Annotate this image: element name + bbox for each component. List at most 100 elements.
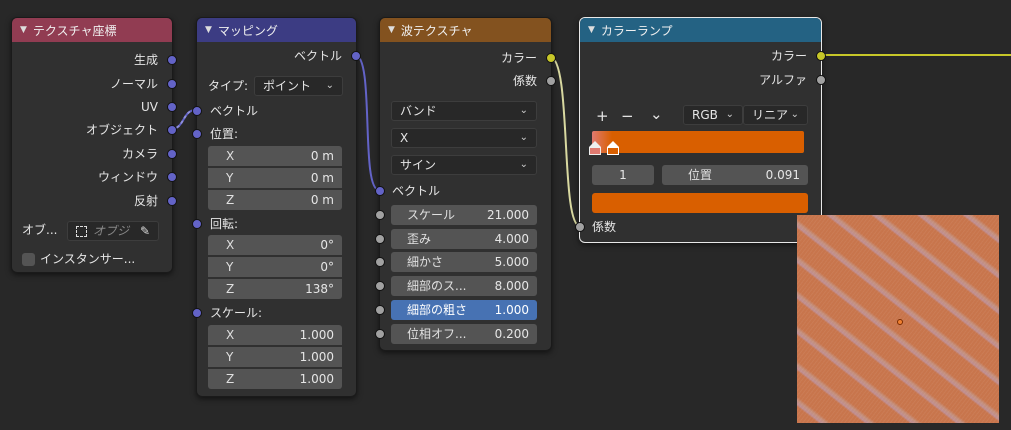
- output-vector: ベクトル: [293, 49, 342, 63]
- output-camera: カメラ: [121, 147, 158, 161]
- mapping-node[interactable]: ▼ マッピング ベクトル タイプ: ポイント ⌄ ベクトル 位置: X0 m Y…: [192, 17, 361, 397]
- profile-dropdown[interactable]: サイン ⌄: [391, 155, 537, 175]
- chevron-down-icon: ⌄: [790, 109, 799, 120]
- wave-texture-node[interactable]: ▼ 波テクスチャ カラー 係数 バンド ⌄ X ⌄ サイン ⌄ ベクトル スケール 21…: [375, 17, 556, 351]
- socket-phase-offset-in[interactable]: [375, 329, 385, 339]
- color-mode-dropdown[interactable]: RGB ⌄: [683, 105, 743, 125]
- input-factor: 係数: [592, 220, 617, 234]
- socket-color-out[interactable]: [546, 53, 556, 63]
- collapse-chevron-icon[interactable]: ▼: [588, 25, 595, 35]
- scale-y[interactable]: Y 1.000: [208, 347, 342, 367]
- collapse-chevron-icon[interactable]: ▼: [388, 25, 395, 35]
- stop-position-field[interactable]: 位置 0.091: [662, 165, 808, 185]
- scale-z[interactable]: Z 1.000: [208, 369, 342, 389]
- color-stop-1[interactable]: [607, 141, 619, 156]
- rotation-z[interactable]: Z 138°: [208, 279, 342, 299]
- socket-alpha-out[interactable]: [816, 75, 826, 85]
- rotation-y[interactable]: Y 0°: [208, 257, 342, 277]
- object-icon: [76, 225, 87, 237]
- output-color: カラー: [500, 51, 537, 65]
- eyedropper-icon[interactable]: ✎: [140, 221, 150, 241]
- stop-color-swatch[interactable]: [592, 193, 808, 213]
- chevron-down-icon: ⌄: [519, 105, 528, 116]
- detail-scale-field[interactable]: 細部のス... 8.000: [391, 276, 537, 296]
- chevron-down-icon: ⌄: [725, 109, 734, 120]
- ramp-menu-button[interactable]: ⌄: [650, 104, 663, 124]
- socket-normal[interactable]: [167, 79, 177, 89]
- socket-location-in[interactable]: [192, 129, 202, 139]
- output-uv: UV: [141, 100, 158, 114]
- socket-uv[interactable]: [167, 102, 177, 112]
- socket-vector-in[interactable]: [192, 106, 202, 116]
- detail-field[interactable]: 細かさ 5.000: [391, 252, 537, 272]
- socket-detail-scale-in[interactable]: [375, 281, 385, 291]
- instancer-checkbox[interactable]: [22, 252, 35, 266]
- wave-type-dropdown[interactable]: バンド ⌄: [391, 101, 537, 121]
- socket-factor-in[interactable]: [575, 222, 585, 232]
- wave-type-value: バンド: [400, 104, 437, 118]
- color-ramp-header[interactable]: ▼ カラーランプ: [580, 18, 821, 42]
- location-x[interactable]: X0 m: [208, 146, 342, 166]
- location-y[interactable]: Y0 m: [208, 168, 342, 188]
- type-value: ポイント: [263, 79, 312, 93]
- wave-texture-header[interactable]: ▼ 波テクスチャ: [380, 18, 551, 42]
- socket-scale-in[interactable]: [192, 308, 202, 318]
- socket-factor-out[interactable]: [546, 76, 556, 86]
- output-alpha: アルファ: [759, 73, 807, 87]
- object-field[interactable]: オブジ ✎: [67, 221, 159, 241]
- chevron-down-icon: ⌄: [325, 80, 334, 91]
- socket-scale-in[interactable]: [375, 210, 385, 220]
- output-reflection: 反射: [133, 194, 158, 208]
- detail-roughness-field[interactable]: 細部の粗さ 1.000: [391, 300, 537, 320]
- scale-label: スケール:: [210, 306, 263, 320]
- output-normal: ノーマル: [109, 77, 158, 91]
- texture-coordinate-header[interactable]: ▼ テクスチャ座標: [12, 18, 172, 42]
- socket-camera[interactable]: [167, 149, 177, 159]
- color-ramp-node[interactable]: ▼ カラーランプ カラー アルファ + − ⌄ RGB ⌄ リニア ⌄ 1 位置 0.…: [575, 17, 826, 243]
- instancer-label: インスタンサー...: [40, 252, 136, 266]
- add-stop-button[interactable]: +: [596, 106, 609, 126]
- remove-stop-button[interactable]: −: [621, 106, 634, 126]
- location-z[interactable]: Z0 m: [208, 190, 342, 210]
- texture-preview: [797, 215, 999, 423]
- profile-value: サイン: [400, 158, 437, 172]
- output-generated: 生成: [133, 53, 158, 67]
- socket-rotation-in[interactable]: [192, 219, 202, 229]
- distortion-field[interactable]: 歪み 4.000: [391, 229, 537, 249]
- texture-coordinate-node[interactable]: ▼ テクスチャ座標 生成 ノーマル UV オブジェクト カメラ ウィンドウ 反射…: [11, 17, 177, 273]
- preview-center-marker: [897, 319, 903, 325]
- interpolation-dropdown[interactable]: リニア ⌄: [743, 105, 808, 125]
- input-vector: ベクトル: [392, 184, 441, 198]
- input-vector: ベクトル: [210, 104, 259, 118]
- chevron-down-icon: ⌄: [519, 159, 528, 170]
- socket-vector-in[interactable]: [375, 186, 385, 196]
- socket-reflection[interactable]: [167, 196, 177, 206]
- socket-vector-out[interactable]: [351, 51, 361, 61]
- scale-x[interactable]: X 1.000: [208, 325, 342, 345]
- socket-distortion-in[interactable]: [375, 234, 385, 244]
- socket-detail-in[interactable]: [375, 257, 385, 267]
- stop-index-field[interactable]: 1: [592, 165, 654, 185]
- direction-value: X: [400, 131, 409, 145]
- scale-field[interactable]: スケール 21.000: [391, 205, 537, 225]
- object-label: オブ...: [22, 223, 58, 237]
- collapse-chevron-icon[interactable]: ▼: [205, 25, 212, 35]
- socket-color-out[interactable]: [816, 51, 826, 61]
- socket-window[interactable]: [167, 172, 177, 182]
- color-ramp-bar[interactable]: [592, 131, 804, 153]
- instancer-checkbox-row[interactable]: インスタンサー...: [22, 249, 135, 269]
- socket-detail-roughness-in[interactable]: [375, 305, 385, 315]
- type-dropdown[interactable]: ポイント ⌄: [254, 76, 343, 96]
- output-object: オブジェクト: [85, 123, 158, 137]
- chevron-down-icon: ⌄: [519, 132, 528, 143]
- location-label: 位置:: [210, 127, 239, 141]
- node-title: テクスチャ座標: [32, 23, 117, 38]
- socket-object[interactable]: [167, 125, 177, 135]
- rotation-x[interactable]: X 0°: [208, 235, 342, 255]
- direction-dropdown[interactable]: X ⌄: [391, 128, 537, 148]
- color-stop-0[interactable]: [589, 141, 601, 156]
- socket-generated[interactable]: [167, 55, 177, 65]
- phase-offset-field[interactable]: 位相オフ... 0.200: [391, 324, 537, 344]
- mapping-header[interactable]: ▼ マッピング: [197, 18, 356, 42]
- collapse-chevron-icon[interactable]: ▼: [20, 25, 27, 35]
